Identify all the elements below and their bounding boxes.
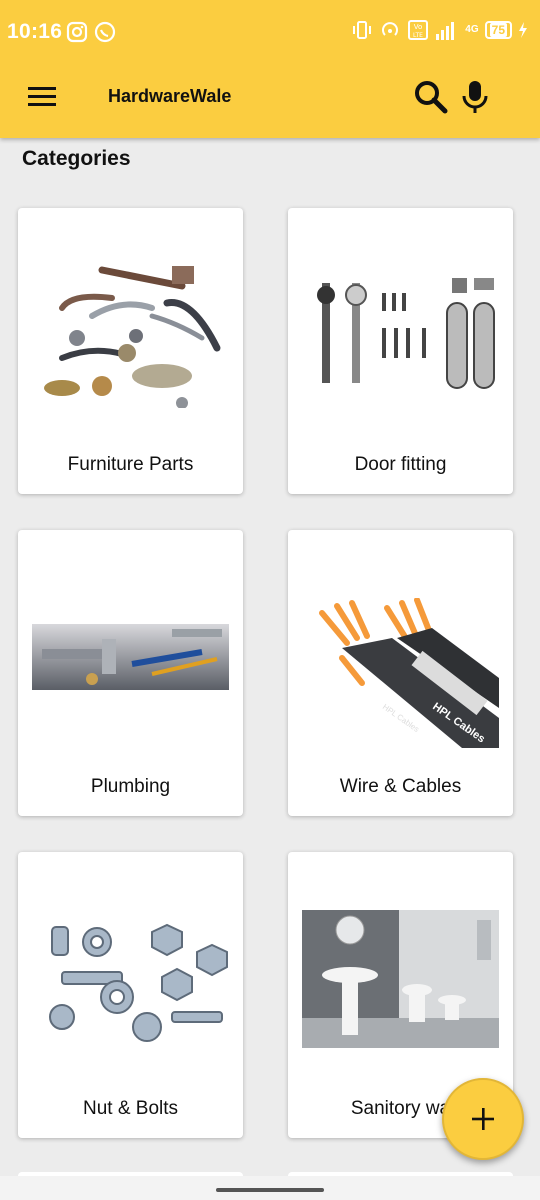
sanitory-ware-image <box>302 910 499 1048</box>
home-gesture-handle[interactable] <box>216 1188 324 1192</box>
status-system-icons: Vo LTE 4G 75 <box>351 19 528 41</box>
battery-level: 75 <box>489 23 507 37</box>
nut-bolts-image <box>49 923 228 1042</box>
volte-icon: Vo LTE <box>408 20 429 40</box>
door-fitting-image <box>317 278 495 389</box>
furniture-parts-image <box>44 266 221 408</box>
hamburger-menu-icon <box>28 87 56 106</box>
status-time: 10:16 <box>7 20 63 43</box>
charging-icon <box>519 22 527 38</box>
plumbing-image <box>32 624 229 690</box>
wire-cables-image: HPL Cables HPL Cables <box>302 598 499 756</box>
category-label: Wire & Cables <box>339 776 462 797</box>
category-label: Door fitting <box>354 454 447 475</box>
vibrate-icon <box>353 21 372 39</box>
voice-search-button[interactable] <box>460 78 490 116</box>
status-notification-icons <box>66 21 116 43</box>
microphone-icon <box>462 81 488 113</box>
status-bar: 10:16 Vo LTE 4G 75 <box>0 0 540 64</box>
hamburger-menu-button[interactable] <box>24 80 60 112</box>
svg-text:LTE: LTE <box>413 32 423 39</box>
hotspot-icon <box>382 22 399 36</box>
category-label: Plumbing <box>90 776 171 797</box>
category-label: Furniture Parts <box>67 454 194 475</box>
category-label: Nut & Bolts <box>82 1098 179 1119</box>
categories-heading: Categories <box>22 147 131 170</box>
app-header: 10:16 Vo LTE 4G 75 HardwareWale <box>0 0 540 138</box>
instagram-icon <box>66 21 88 43</box>
category-card-nut-bolts[interactable]: Nut & Bolts <box>18 852 243 1138</box>
search-button[interactable] <box>412 78 450 116</box>
plus-icon <box>472 1108 494 1130</box>
app-title: HardwareWale <box>108 86 232 106</box>
signal-strength-icon <box>436 22 455 40</box>
search-icon <box>415 81 448 114</box>
svg-text:Vo: Vo <box>414 23 423 31</box>
add-button[interactable] <box>442 1078 524 1160</box>
category-card-furniture-parts[interactable]: Furniture Parts <box>18 208 243 494</box>
category-card-wire-cables[interactable]: HPL Cables HPL Cables Wire & Cables <box>288 530 513 816</box>
battery-indicator: 75 <box>484 21 512 39</box>
network-type-label: 4G <box>465 24 479 35</box>
category-card-door-fitting[interactable]: Door fitting <box>288 208 513 494</box>
whatsapp-business-icon <box>94 21 116 43</box>
category-card-plumbing[interactable]: Plumbing <box>18 530 243 816</box>
